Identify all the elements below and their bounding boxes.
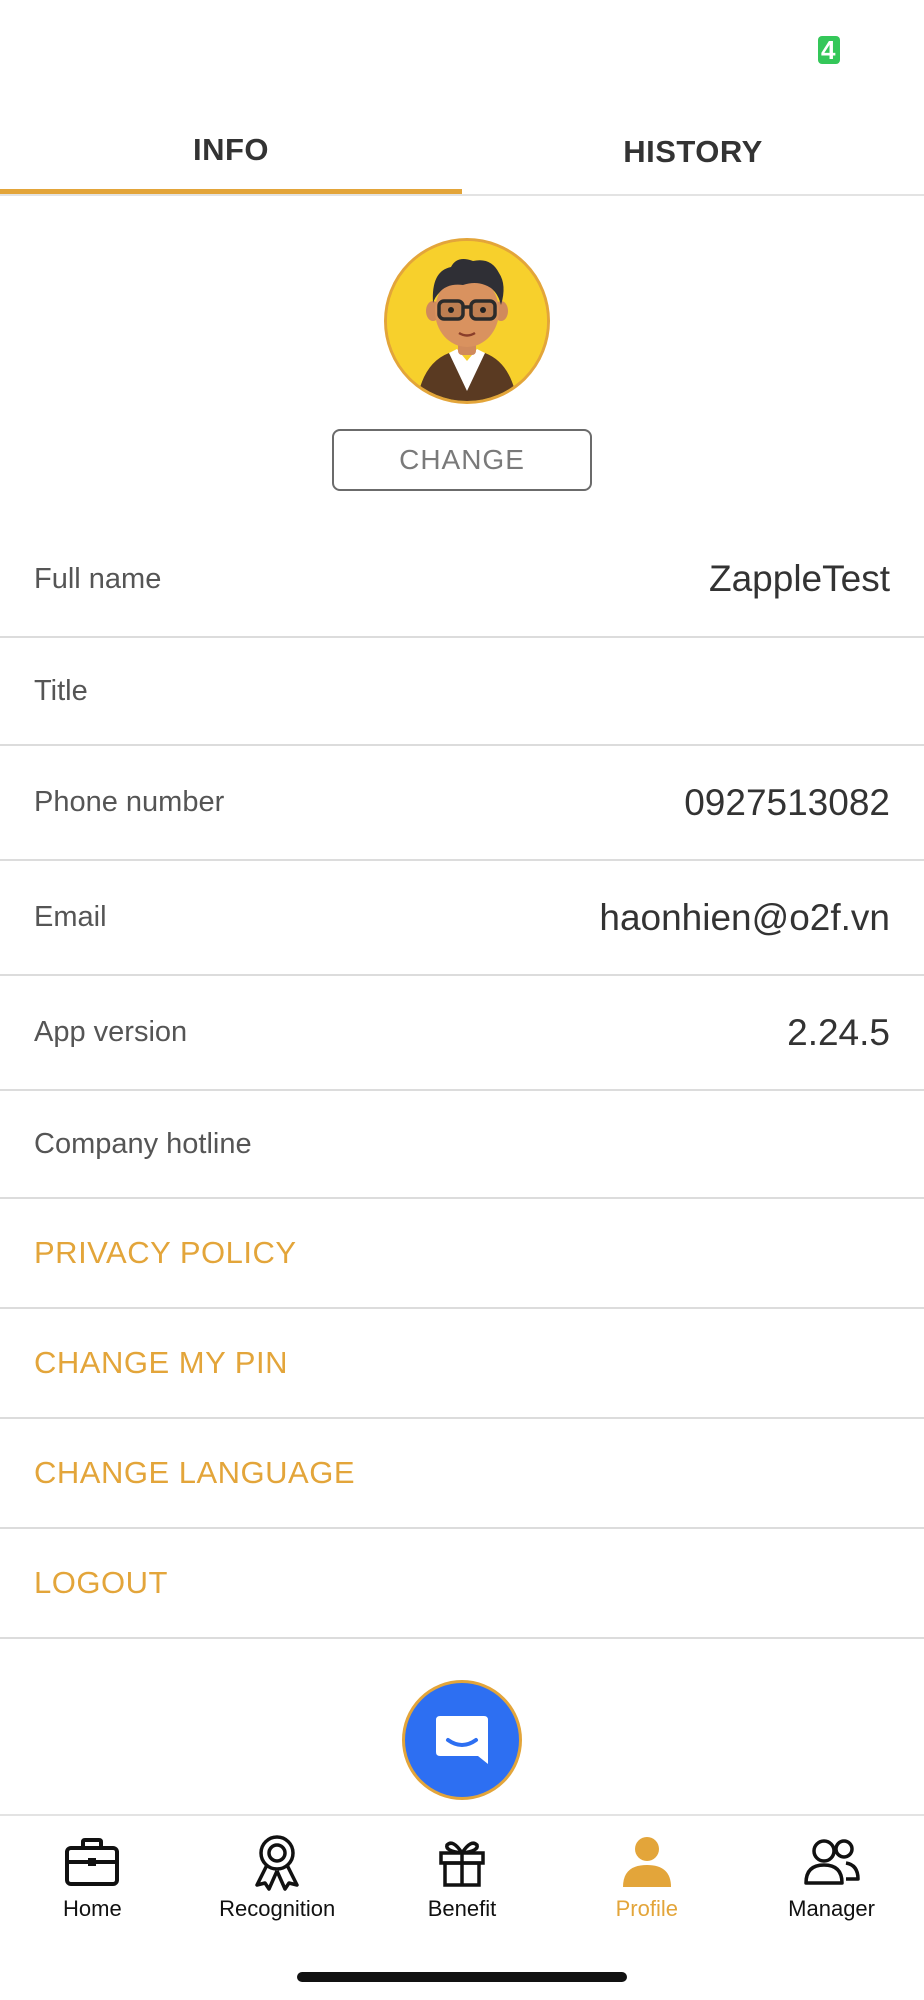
nav-profile[interactable]: Profile [554, 1816, 739, 1936]
nav-manager[interactable]: Manager [739, 1816, 924, 1936]
info-row-title: Title [0, 638, 924, 746]
nav-recognition[interactable]: Recognition [185, 1816, 370, 1936]
nav-home[interactable]: Home [0, 1816, 185, 1936]
avatar[interactable] [384, 238, 550, 404]
profile-tabs: INFO HISTORY [0, 110, 924, 196]
info-row-phone: Phone number 0927513082 [0, 746, 924, 861]
company-hotline-label: Company hotline [34, 1127, 252, 1160]
briefcase-icon [62, 1834, 122, 1890]
nav-profile-label: Profile [615, 1896, 678, 1921]
tab-info[interactable]: INFO [0, 110, 462, 194]
battery-indicator: 4 [818, 36, 840, 64]
people-icon [802, 1834, 862, 1890]
change-language-label: CHANGE LANGUAGE [34, 1455, 356, 1490]
change-pin-label: CHANGE MY PIN [34, 1345, 288, 1380]
email-value: haonhien@o2f.vn [599, 896, 890, 938]
status-bar: 4 [0, 0, 924, 100]
privacy-policy-link[interactable]: PRIVACY POLICY [0, 1199, 924, 1309]
nav-recognition-label: Recognition [219, 1896, 336, 1921]
bottom-navigation: Home Recognition Benefit Profile Manager [0, 1814, 924, 1936]
full-name-label: Full name [34, 562, 162, 595]
nav-benefit-label: Benefit [427, 1896, 497, 1921]
change-pin-link[interactable]: CHANGE MY PIN [0, 1309, 924, 1419]
award-ribbon-icon [247, 1834, 307, 1891]
change-avatar-button[interactable]: CHANGE [332, 429, 592, 491]
gift-icon [432, 1834, 492, 1890]
nav-benefit[interactable]: Benefit [370, 1816, 555, 1936]
profile-info-list: Full name ZappleTest Title Phone number … [0, 522, 924, 1639]
change-language-link[interactable]: CHANGE LANGUAGE [0, 1419, 924, 1529]
app-version-value: 2.24.5 [787, 1011, 890, 1053]
person-icon [617, 1834, 677, 1890]
chat-bubble-icon [436, 1716, 488, 1764]
phone-label: Phone number [34, 786, 225, 818]
logout-link[interactable]: LOGOUT [0, 1529, 924, 1639]
nav-manager-label: Manager [788, 1896, 875, 1921]
nav-home-label: Home [63, 1896, 122, 1921]
tab-history[interactable]: HISTORY [462, 110, 924, 194]
profile-screen: 4 INFO HISTORY CHANGE Full name ZappleTe… [0, 0, 924, 2000]
info-row-full-name: Full name ZappleTest [0, 522, 924, 638]
privacy-policy-label: PRIVACY POLICY [34, 1235, 297, 1270]
avatar-illustration [387, 241, 547, 401]
email-label: Email [34, 901, 107, 933]
app-version-label: App version [34, 1016, 188, 1048]
chat-button[interactable] [402, 1680, 522, 1800]
full-name-value: ZappleTest [709, 558, 890, 599]
home-indicator [297, 1972, 627, 1982]
title-label: Title [34, 674, 88, 707]
info-row-email: Email haonhien@o2f.vn [0, 861, 924, 976]
info-row-app-version: App version 2.24.5 [0, 976, 924, 1091]
info-row-company-hotline[interactable]: Company hotline [0, 1091, 924, 1199]
phone-value: 0927513082 [684, 781, 890, 823]
logout-label: LOGOUT [34, 1565, 168, 1600]
